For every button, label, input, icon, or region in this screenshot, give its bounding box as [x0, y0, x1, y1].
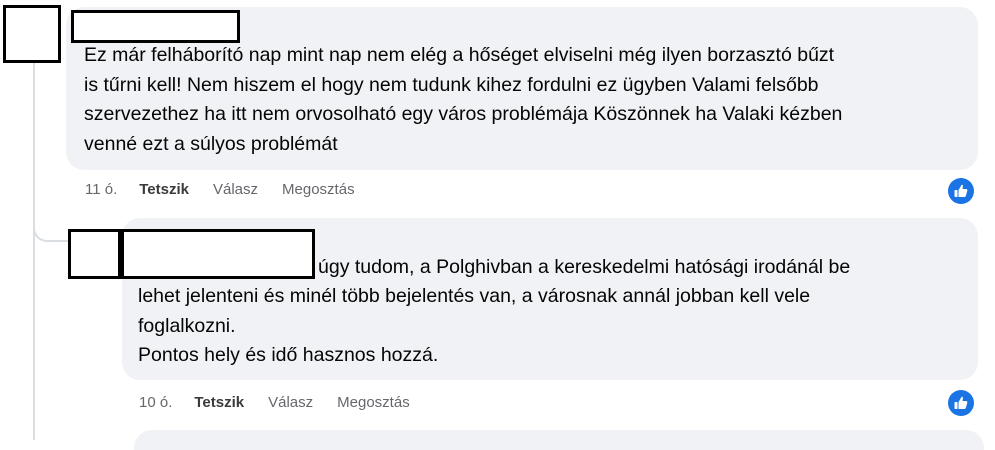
thumbs-up-glyph [954, 184, 968, 197]
reply-text-first-line: úgy tudom, a Polghivban a kereskedelmi h… [318, 256, 851, 278]
thumbs-up-icon[interactable] [948, 390, 974, 416]
reply-button[interactable]: Válasz [213, 181, 258, 198]
reply-text: lehet jelenteni és minél több bejelentés… [138, 285, 811, 366]
redacted-avatar [68, 229, 121, 279]
share-button[interactable]: Megosztás [282, 181, 355, 198]
comment-text: Ez már felháborító nap mint nap nem elég… [84, 44, 843, 155]
reply-timestamp[interactable]: 10 ó. [139, 394, 172, 411]
comment-timestamp[interactable]: 11 ó. [85, 181, 117, 198]
like-button[interactable]: Tetszik [139, 181, 189, 198]
redacted-author-name [121, 229, 315, 279]
reply-actions: 10 ó. Tetszik Válasz Megosztás [139, 394, 434, 411]
next-comment-bubble [134, 430, 984, 450]
thumbs-up-icon[interactable] [948, 178, 974, 204]
comment-actions: 11 ó. Tetszik Válasz Megosztás [85, 181, 379, 198]
reply-button[interactable]: Válasz [268, 394, 313, 411]
reply-connector [33, 200, 69, 242]
thread-line [33, 60, 35, 440]
like-button[interactable]: Tetszik [194, 394, 244, 411]
share-button[interactable]: Megosztás [337, 394, 410, 411]
redacted-author-name [71, 10, 240, 43]
thumbs-up-glyph [954, 396, 968, 409]
redacted-avatar [3, 5, 61, 63]
